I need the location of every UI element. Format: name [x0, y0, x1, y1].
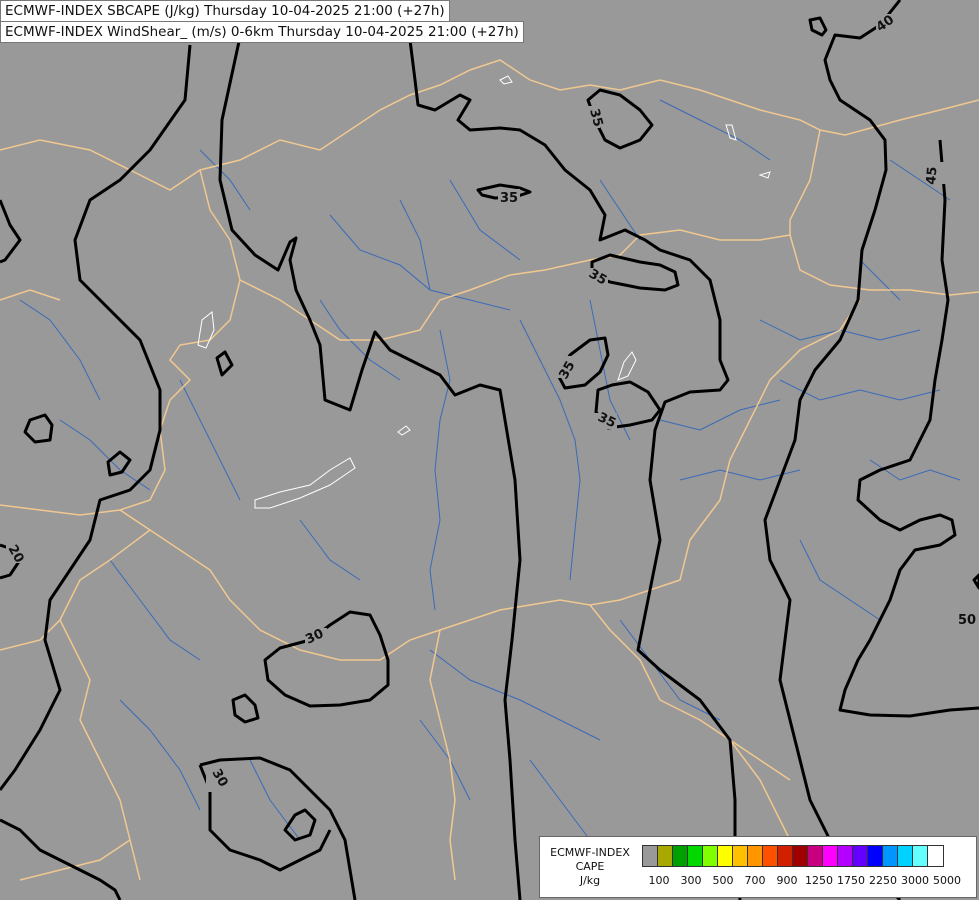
legend-tick-label: 5000 [933, 874, 961, 887]
legend-swatch [883, 846, 898, 866]
legend-swatch [718, 846, 733, 866]
legend-tick-label: 3000 [901, 874, 929, 887]
legend-tick-label: 900 [776, 874, 798, 887]
legend-swatch [658, 846, 673, 866]
legend-tick-label: 1250 [805, 874, 833, 887]
legend-swatch [928, 846, 943, 866]
legend-swatch [898, 846, 913, 866]
legend-tick-label: 1750 [837, 874, 865, 887]
legend-swatch [733, 846, 748, 866]
legend-swatch [868, 846, 883, 866]
legend-swatch [763, 846, 778, 866]
contour-label: 50 [958, 613, 976, 628]
cape-legend: ECMWF-INDEX CAPE J/kg 100 300 500 700 900 125… [539, 836, 977, 898]
legend-swatch [643, 846, 658, 866]
legend-title-unit: J/kg [579, 874, 601, 887]
legend-title-param: CAPE [575, 860, 605, 873]
legend-tick-label: 700 [744, 874, 766, 887]
legend-swatch [688, 846, 703, 866]
legend-swatch [793, 846, 808, 866]
legend-swatch [823, 846, 838, 866]
legend-color-scale [642, 845, 944, 867]
legend-swatch [913, 846, 928, 866]
weather-map: 40 35 35 45 35 35 35 20 30 50 30 [0, 0, 979, 900]
legend-title: ECMWF-INDEX CAPE J/kg [540, 846, 640, 888]
legend-swatch [673, 846, 688, 866]
legend-tick-labels: 100 300 500 700 900 1250 1750 2250 3000 5000 [642, 874, 979, 888]
contour-label: 35 [500, 191, 518, 206]
legend-tick-label: 2250 [869, 874, 897, 887]
legend-swatch [853, 846, 868, 866]
map-title-windshear: ECMWF-INDEX WindShear_ (m/s) 0-6km Thurs… [0, 21, 524, 43]
legend-swatch [838, 846, 853, 866]
legend-tick-label: 300 [680, 874, 702, 887]
legend-swatch [808, 846, 823, 866]
legend-swatch [778, 846, 793, 866]
legend-title-model: ECMWF-INDEX [550, 846, 630, 859]
map-title-sbcape: ECMWF-INDEX SBCAPE (J/kg) Thursday 10-04… [0, 0, 450, 22]
legend-tick-label: 500 [712, 874, 734, 887]
legend-tick-label: 100 [648, 874, 670, 887]
contour-label: 45 [924, 166, 941, 185]
legend-swatch [748, 846, 763, 866]
legend-swatch [703, 846, 718, 866]
